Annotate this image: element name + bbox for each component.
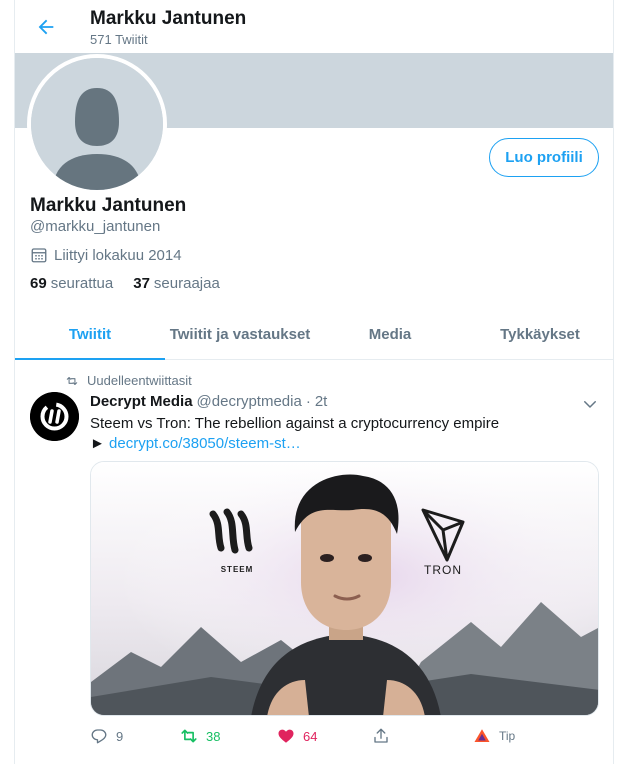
tab-tweets[interactable]: Twiitit [15, 310, 165, 360]
retweet-icon [66, 376, 78, 385]
reply-count: 9 [116, 728, 124, 744]
top-bar: Markku Jantunen 571 Twiitit [15, 0, 613, 53]
tweet-author-handle[interactable]: @decryptmedia [197, 393, 302, 410]
profile-column: Markku Jantunen 571 Twiitit Luo profiili… [14, 0, 614, 764]
like-button[interactable]: 64 [277, 727, 317, 745]
tweet-text: Steem vs Tron: The rebellion against a c… [90, 415, 500, 432]
tweet-author-avatar[interactable] [30, 392, 79, 441]
followers-label: seuraajaa [153, 275, 220, 292]
followers-count: 37 [133, 275, 150, 292]
calendar-icon [31, 248, 47, 263]
tweet-header: Decrypt Media @decryptmedia · 2t [90, 393, 327, 410]
retweet-label: Uudelleentwiittasit [87, 373, 192, 388]
tweet-link[interactable]: decrypt.co/38050/steem-st… [109, 435, 301, 452]
back-arrow-icon [38, 19, 54, 35]
tweet[interactable]: Uudelleentwiittasit Decrypt Media @decry… [15, 361, 613, 764]
tweet-link-prefix: ► [90, 435, 105, 452]
retweet-count: 38 [206, 728, 221, 744]
share-button[interactable] [372, 727, 398, 745]
reply-button[interactable]: 9 [90, 727, 123, 745]
tweet-media-image[interactable]: STEEM TRON [90, 461, 599, 716]
edit-profile-button[interactable]: Luo profiili [489, 138, 599, 177]
retweet-context: Uudelleentwiittasit [65, 373, 192, 388]
share-icon [374, 728, 388, 743]
tweet-separator: · [305, 393, 311, 410]
profile-handle: @markku_jantunen [30, 218, 161, 235]
tweet-actions: 9 38 64 Tip [90, 727, 530, 751]
tweet-timestamp[interactable]: 2t [315, 393, 328, 410]
reply-icon [91, 729, 107, 744]
tip-button[interactable]: Tip [473, 727, 515, 745]
header-tweet-count: 571 Twiitit [90, 32, 148, 47]
followers-link[interactable]: 37 seuraajaa [133, 275, 220, 292]
steem-logo-label: STEEM [221, 565, 254, 574]
chevron-down-icon[interactable] [581, 395, 599, 413]
tip-label: Tip [499, 729, 516, 743]
avatar[interactable] [27, 54, 167, 194]
retweet-button[interactable]: 38 [180, 727, 220, 745]
profile-name: Markku Jantunen [30, 195, 187, 216]
tweet-link-row: ► decrypt.co/38050/steem-st… [90, 434, 301, 454]
decrypt-logo-icon [30, 392, 79, 441]
follow-stats: 69 seurattua 37 seuraajaa [30, 275, 240, 292]
following-link[interactable]: 69 seurattua [30, 275, 113, 292]
tab-tweets-and-replies[interactable]: Twiitit ja vastaukset [165, 310, 315, 359]
back-button[interactable] [31, 12, 61, 42]
default-avatar-icon [31, 58, 163, 190]
media-illustration: STEEM TRON [91, 462, 598, 715]
joined-date: Liittyi lokakuu 2014 [30, 246, 182, 264]
following-label: seurattua [50, 275, 114, 292]
tab-media[interactable]: Media [315, 310, 465, 359]
tweet-author-name[interactable]: Decrypt Media [90, 393, 193, 410]
tab-likes[interactable]: Tykkäykset [465, 310, 613, 359]
like-count: 64 [303, 728, 318, 744]
header-name: Markku Jantunen [90, 8, 247, 29]
tron-logo-label: TRON [424, 563, 462, 577]
profile-tabs: Twiitit Twiitit ja vastaukset Media Tykk… [15, 310, 613, 360]
tip-icon [474, 729, 490, 742]
retweet-icon [181, 729, 197, 743]
following-count: 69 [30, 275, 47, 292]
heart-icon [278, 729, 294, 743]
joined-label: Liittyi lokakuu 2014 [54, 246, 182, 264]
